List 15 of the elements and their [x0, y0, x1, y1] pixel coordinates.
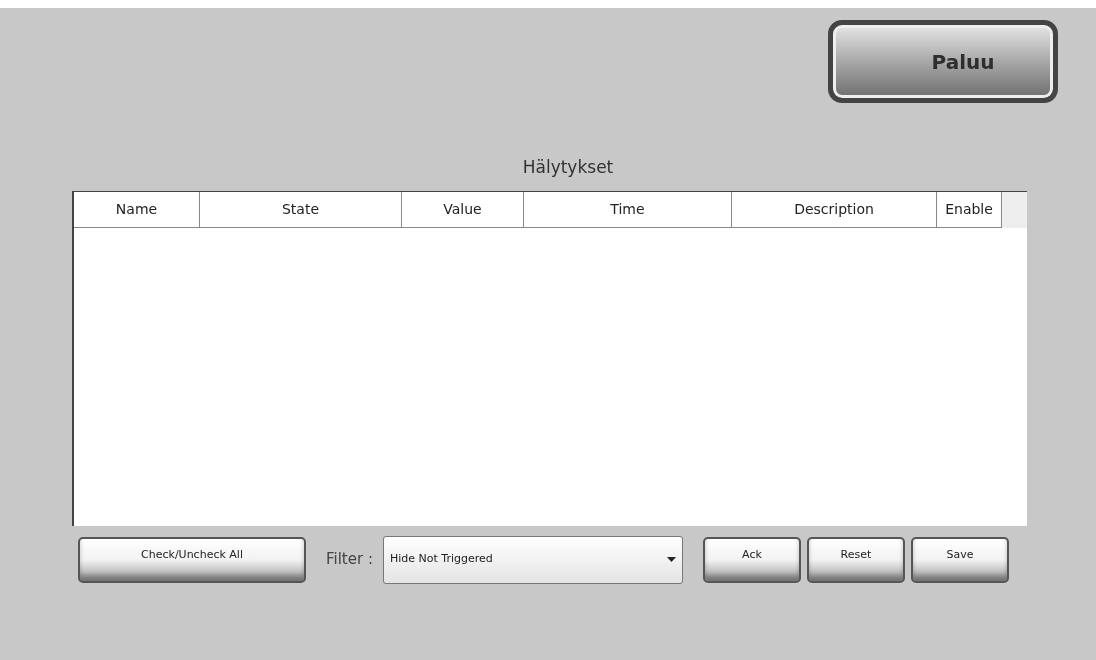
action-button[interactable]: Save — [911, 536, 1009, 583]
alarms-title: Hälytykset — [522, 156, 614, 179]
caret-icon — [667, 557, 676, 562]
column-header[interactable]: Name — [74, 191, 200, 228]
column-header[interactable]: Enable — [937, 191, 1002, 228]
action-button[interactable]: Ack — [703, 536, 801, 583]
action-button[interactable]: Reset — [807, 536, 905, 583]
column-header[interactable]: Value — [402, 191, 524, 228]
filter-dropdown[interactable]: Hide Not Triggered — [383, 535, 683, 584]
back-button[interactable]: Paluu — [828, 20, 1058, 103]
column-header[interactable]: Time — [524, 191, 732, 228]
check-all-button[interactable]: Check/Uncheck All — [78, 536, 306, 583]
filter-label: Filter : — [326, 549, 373, 571]
column-header[interactable]: State — [200, 191, 402, 228]
column-header[interactable]: Description — [732, 191, 937, 228]
